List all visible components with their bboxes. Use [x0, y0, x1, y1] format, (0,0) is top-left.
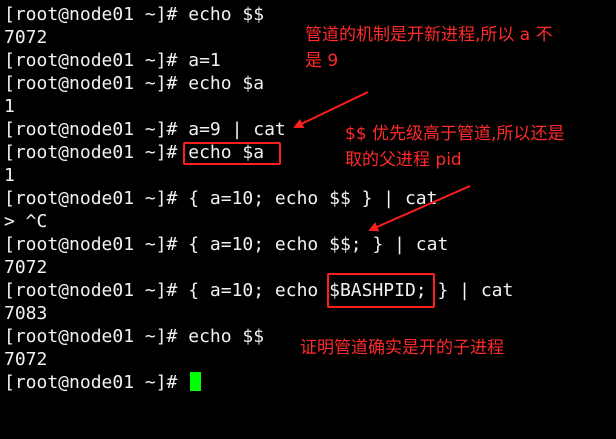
terminal-window[interactable]: [root@node01 ~]# echo $$ 7072 [root@node…	[0, 0, 616, 439]
annotation-note-pipe-mechanism: 管道的机制是开新进程,所以 a 不 是 9	[305, 25, 553, 71]
annotation-note-subprocess: 证明管道确实是开的子进程	[300, 338, 504, 358]
annotation-note-priority: $$ 优先级高于管道,所以还是 取的父进程 pid	[345, 124, 565, 170]
arrow-to-echo-pid	[368, 185, 471, 232]
